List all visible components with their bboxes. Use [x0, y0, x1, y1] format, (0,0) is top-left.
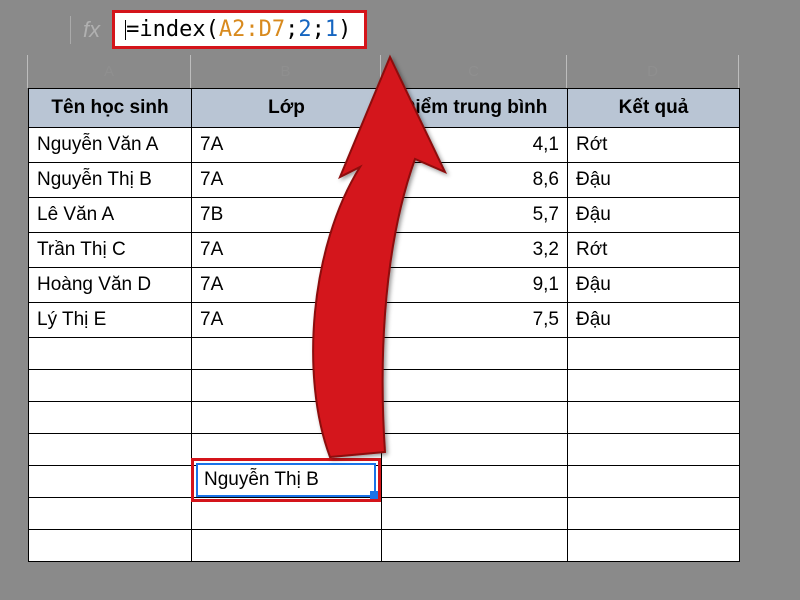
table-row: Hoàng Văn D 7A 9,1 Đậu	[29, 268, 740, 303]
cell-result[interactable]: Đậu	[568, 198, 740, 233]
result-cell-value: Nguyễn Thị B	[204, 469, 319, 490]
result-cell-highlight: Nguyễn Thị B	[191, 458, 381, 502]
cell-name[interactable]: Lý Thị E	[29, 303, 192, 338]
fx-label: fx	[83, 17, 100, 43]
column-headers: A B C D	[0, 55, 800, 88]
formula-bar: fx =index(A2:D7;2;1)	[0, 0, 800, 54]
formula-input[interactable]: =index(A2:D7;2;1)	[112, 10, 367, 49]
header-name[interactable]: Tên học sinh	[29, 89, 192, 128]
blank-row	[29, 530, 740, 562]
cell-score[interactable]: 4,1	[382, 128, 568, 163]
formula-prefix: =index	[126, 17, 205, 42]
table-header-row: Tên học sinh Lớp Điểm trung bình Kết quả	[29, 89, 740, 128]
col-header-c[interactable]: C	[381, 55, 567, 88]
table-row: Lê Văn A 7B 5,7 Đậu	[29, 198, 740, 233]
cell-name[interactable]: Hoàng Văn D	[29, 268, 192, 303]
cell-class[interactable]: 7A	[192, 303, 382, 338]
formula-range: A2:D7	[219, 17, 285, 42]
blank-row	[29, 434, 740, 466]
table-row: Trần Thị C 7A 3,2 Rớt	[29, 233, 740, 268]
cell-class[interactable]: 7A	[192, 268, 382, 303]
blank-row	[29, 498, 740, 530]
header-class[interactable]: Lớp	[192, 89, 382, 128]
cell-score[interactable]: 3,2	[382, 233, 568, 268]
table-row: Nguyễn Thị B 7A 8,6 Đậu	[29, 163, 740, 198]
cell-name[interactable]: Trần Thị C	[29, 233, 192, 268]
blank-row	[29, 370, 740, 402]
col-header-b[interactable]: B	[191, 55, 381, 88]
table-row: Nguyễn Văn A 7A 4,1 Rớt	[29, 128, 740, 163]
cell-class[interactable]: 7A	[192, 128, 382, 163]
col-header-a[interactable]: A	[28, 55, 191, 88]
cell-class[interactable]: 7A	[192, 163, 382, 198]
cell-result[interactable]: Đậu	[568, 303, 740, 338]
cell-score[interactable]: 9,1	[382, 268, 568, 303]
cell-class[interactable]: 7A	[192, 233, 382, 268]
blank-row	[29, 402, 740, 434]
divider	[70, 16, 71, 44]
data-table: Tên học sinh Lớp Điểm trung bình Kết quả…	[28, 88, 740, 562]
fill-handle[interactable]	[370, 491, 378, 499]
col-header-d[interactable]: D	[567, 55, 739, 88]
paren-close: )	[338, 17, 351, 42]
paren-open: (	[206, 17, 219, 42]
blank-row	[29, 338, 740, 370]
header-result[interactable]: Kết quả	[568, 89, 740, 128]
cell-result[interactable]: Rớt	[568, 233, 740, 268]
cell-score[interactable]: 8,6	[382, 163, 568, 198]
active-cell[interactable]: Nguyễn Thị B	[196, 463, 376, 497]
cell-name[interactable]: Nguyễn Văn A	[29, 128, 192, 163]
cell-result[interactable]: Đậu	[568, 268, 740, 303]
cell-name[interactable]: Nguyễn Thị B	[29, 163, 192, 198]
table-row: Lý Thị E 7A 7,5 Đậu	[29, 303, 740, 338]
cell-score[interactable]: 5,7	[382, 198, 568, 233]
blank-row	[29, 466, 740, 498]
spreadsheet: A B C D Tên học sinh Lớp Điểm trung bình…	[0, 55, 800, 562]
cell-class[interactable]: 7B	[192, 198, 382, 233]
cell-result[interactable]: Đậu	[568, 163, 740, 198]
header-score[interactable]: Điểm trung bình	[382, 89, 568, 128]
cell-result[interactable]: Rớt	[568, 128, 740, 163]
cell-score[interactable]: 7,5	[382, 303, 568, 338]
cell-name[interactable]: Lê Văn A	[29, 198, 192, 233]
